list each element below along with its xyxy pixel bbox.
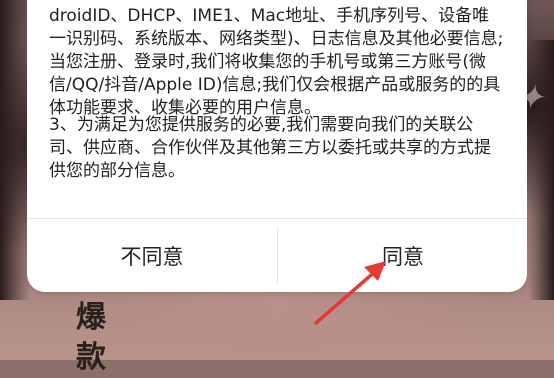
background-caption: 爆款 xyxy=(76,300,108,375)
privacy-paragraph-1: 号(为其服务安全及保证服务稳定,我们需要收集设备信息(AndroidID、DHC… xyxy=(49,0,504,118)
disagree-button[interactable]: 不同意 xyxy=(27,219,277,292)
privacy-paragraph-2: 3、为满足为您提供服务的必要,我们需要向我们的关联公司、供应商、合作伙伴及其他第… xyxy=(49,115,491,181)
privacy-dialog: 号(为其服务安全及保证服务稳定,我们需要收集设备信息(AndroidID、DHC… xyxy=(27,0,527,292)
red-arrow-icon xyxy=(314,261,386,325)
background-decoration-left xyxy=(0,0,30,300)
